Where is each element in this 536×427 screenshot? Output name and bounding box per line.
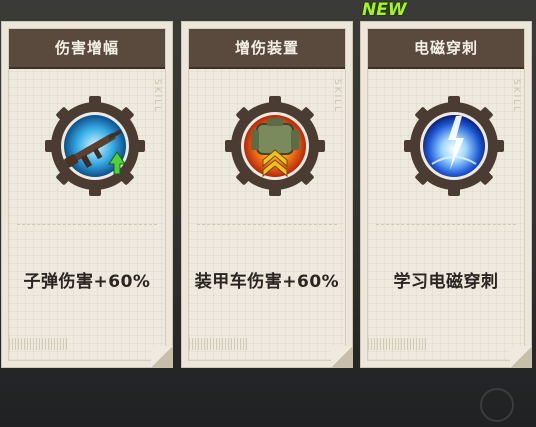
- skill-card-damage-device[interactable]: 增伤装置 SKILL 装甲车伤害+60%: [181, 21, 353, 368]
- skill-watermark: SKILL: [511, 79, 521, 114]
- card-divider: [17, 224, 157, 225]
- rifle-upgrade-icon: [43, 94, 147, 198]
- page-curl: [331, 346, 353, 368]
- card-title: 电磁穿刺: [413, 39, 478, 57]
- card-title: 伤害增幅: [54, 39, 119, 57]
- skill-watermark: SKILL: [152, 79, 162, 114]
- card-hatch-deco: [189, 338, 249, 350]
- card-paper: 伤害增幅 SKILL 子弹伤害+60%: [8, 28, 166, 361]
- card-paper: 增伤装置 SKILL 装甲车伤害+60%: [188, 28, 346, 361]
- card-divider: [376, 224, 516, 225]
- background-gear-deco: [480, 388, 514, 422]
- card-hatch-deco: [368, 338, 428, 350]
- skill-watermark: SKILL: [332, 79, 342, 114]
- new-badge: NEW: [362, 0, 407, 20]
- card-divider: [197, 224, 337, 225]
- card-description: 装甲车伤害+60%: [194, 272, 340, 292]
- skill-card-electro-pierce[interactable]: 电磁穿刺 SKILL 学习电磁穿刺: [360, 21, 532, 368]
- skill-card-damage-amplify[interactable]: 伤害增幅 SKILL 子弹伤害+60%: [1, 21, 173, 368]
- card-header: 伤害增幅: [9, 29, 165, 69]
- electro-pierce-icon: [402, 94, 506, 198]
- page-curl: [151, 346, 173, 368]
- card-header: 增伤装置: [189, 29, 345, 69]
- page-curl: [510, 346, 532, 368]
- card-header: 电磁穿刺: [368, 29, 524, 69]
- card-description: 子弹伤害+60%: [23, 272, 151, 292]
- card-description: 学习电磁穿刺: [393, 272, 499, 292]
- card-hatch-deco: [9, 338, 69, 350]
- armor-boost-icon: [223, 94, 327, 198]
- card-paper: 电磁穿刺 SKILL 学习电磁穿刺: [367, 28, 525, 361]
- card-title: 增伤装置: [234, 39, 299, 57]
